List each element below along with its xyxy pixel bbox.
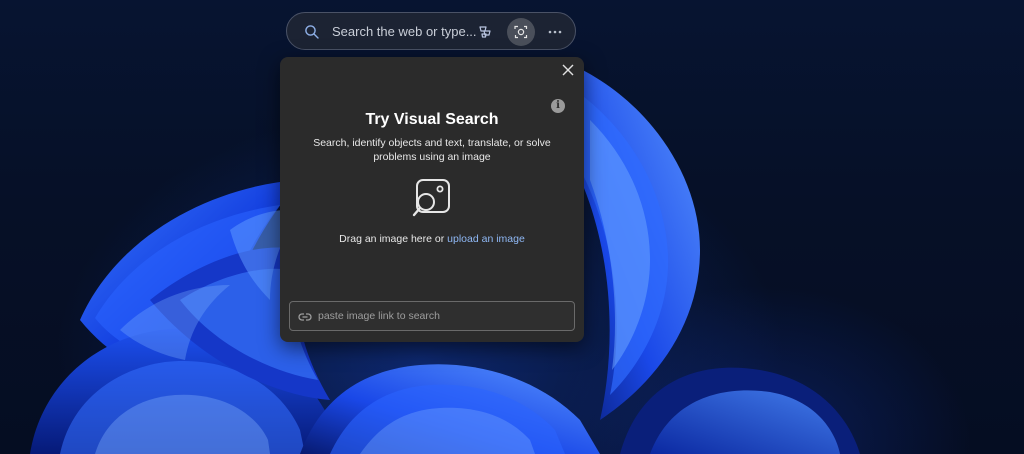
- image-search-icon: [412, 179, 450, 217]
- drag-text: Drag an image here or: [339, 233, 448, 245]
- visual-search-icon: [514, 25, 528, 39]
- image-link-input[interactable]: [318, 306, 568, 326]
- panel-description: Search, identify objects and text, trans…: [313, 137, 551, 163]
- search-input-placeholder[interactable]: Search the web or type...: [332, 24, 477, 39]
- image-link-field[interactable]: [289, 301, 575, 331]
- link-icon: [298, 313, 312, 321]
- more-icon[interactable]: [545, 22, 565, 42]
- desktop: Search the web or type... i Try Visual S…: [0, 0, 1024, 454]
- panel-title: Try Visual Search: [365, 111, 499, 128]
- search-icon: [305, 25, 319, 39]
- search-bar[interactable]: Search the web or type...: [286, 12, 576, 50]
- visual-search-button[interactable]: [507, 18, 535, 46]
- copilot-icon[interactable]: [477, 24, 493, 40]
- visual-search-panel: i Try Visual Search Search, identify obj…: [280, 57, 584, 342]
- close-icon[interactable]: [560, 62, 576, 78]
- upload-image-link[interactable]: upload an image: [447, 233, 525, 245]
- drag-instructions: Drag an image here or upload an image: [280, 233, 584, 245]
